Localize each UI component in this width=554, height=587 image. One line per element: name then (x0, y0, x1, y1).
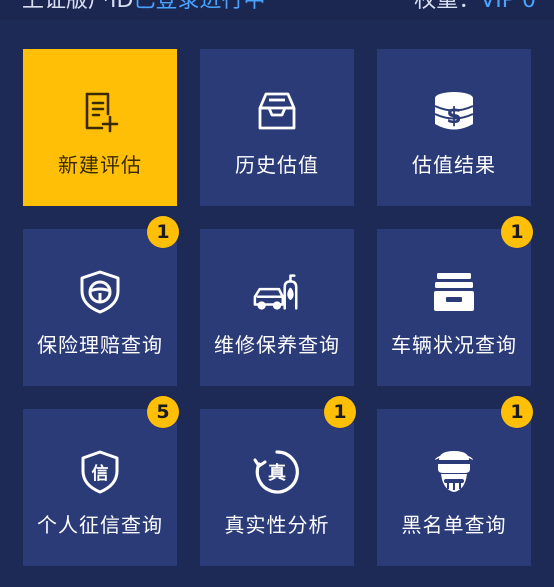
account-status: 上证版户ID已登录进行中 (22, 0, 266, 13)
svg-text:$: $ (446, 104, 461, 129)
tile-label: 历史估值 (235, 153, 319, 177)
tile-label: 新建评估 (58, 153, 142, 177)
tile-valuation-result[interactable]: $ 估值结果 (377, 49, 531, 206)
authenticity-icon: 真 (252, 447, 302, 497)
masked-person-icon (429, 447, 479, 497)
tile-history-valuation[interactable]: 历史估值 (200, 49, 354, 206)
tile-label: 保险理赔查询 (37, 333, 163, 357)
tile-personal-credit-query[interactable]: 信 个人征信查询 5 (23, 396, 179, 566)
function-grid: 新建评估 历史估值 $ 估值结果 保险理赔查询 1 维修保养查询 车辆状况查询 … (0, 20, 554, 587)
tile-insurance-claim-query[interactable]: 保险理赔查询 1 (23, 216, 179, 386)
new-document-icon (75, 87, 125, 137)
tile-label: 黑名单查询 (401, 513, 507, 537)
car-maintenance-icon (252, 267, 302, 317)
credit-shield-icon: 信 (75, 447, 125, 497)
tile-label: 估值结果 (412, 153, 496, 177)
tile-label: 真实性分析 (224, 513, 330, 537)
archive-box-icon (429, 267, 479, 317)
notification-badge: 1 (324, 396, 356, 428)
weight-status: 权重：VIP 0 (414, 0, 536, 13)
coins-dollar-icon: $ (429, 87, 479, 137)
inbox-tray-icon (252, 87, 302, 137)
tile-maintenance-query[interactable]: 维修保养查询 (200, 229, 354, 386)
tile-label: 个人征信查询 (37, 513, 163, 537)
tile-authenticity-analysis[interactable]: 真 真实性分析 1 (200, 396, 356, 566)
notification-badge: 1 (147, 216, 179, 248)
status-bar: 上证版户ID已登录进行中 权重：VIP 0 (0, 0, 554, 20)
tile-label: 车辆状况查询 (391, 333, 517, 357)
notification-badge: 5 (147, 396, 179, 428)
tile-vehicle-status-query[interactable]: 车辆状况查询 1 (377, 216, 533, 386)
tile-blacklist-query[interactable]: 黑名单查询 1 (377, 396, 533, 566)
tile-label: 维修保养查询 (214, 333, 340, 357)
svg-text:真: 真 (268, 462, 286, 484)
svg-text:信: 信 (92, 463, 109, 484)
notification-badge: 1 (501, 216, 533, 248)
tile-new-evaluation[interactable]: 新建评估 (23, 49, 177, 206)
notification-badge: 1 (501, 396, 533, 428)
steering-shield-icon (75, 267, 125, 317)
